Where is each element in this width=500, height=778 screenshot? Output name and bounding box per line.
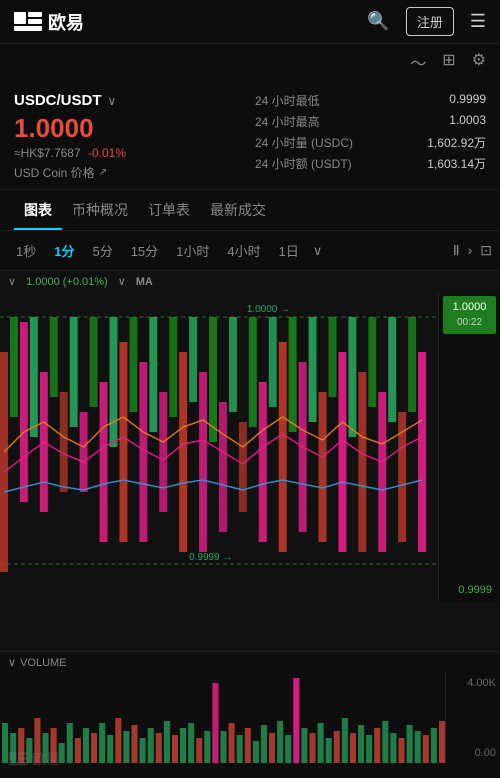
stat-label-vol-usdc: 24 小时量 (USDC)	[255, 134, 353, 151]
price-hk: ≈HK$7.7687 -0.01%	[14, 146, 245, 160]
header-right: 🔍 注册 ☰	[367, 7, 486, 36]
interval-icons: Ⅱ › ⊡	[453, 242, 492, 259]
price-box-value: 1.0000	[449, 300, 490, 315]
logo-area: 欧易	[14, 9, 84, 35]
hk-price-value: ≈HK$7.7687	[14, 146, 81, 160]
menu-icon[interactable]: ☰	[470, 11, 486, 32]
interval-1d[interactable]: 1日	[271, 237, 307, 264]
axis-low-label: 0.9999	[443, 582, 496, 598]
right-price-axis: 1.0000 00:22 0.9999	[438, 292, 500, 602]
volume-right-axis: 4.00K 0.00	[445, 673, 500, 763]
volume-chart-svg	[0, 673, 445, 763]
collapse-ma-icon[interactable]: ∨	[118, 275, 126, 288]
interval-more-icon[interactable]: ∨	[309, 239, 327, 263]
pulse-icon[interactable]: 〜	[410, 50, 426, 74]
logo-icon	[14, 12, 42, 32]
volume-bars-area: 4.00K 0.00	[0, 673, 500, 763]
chart-area: 1.0000 → 0.9999 → 1.0000 00:22 0.9999	[0, 292, 500, 602]
stat-row-vol-usdc: 24 小时量 (USDC) 1,602.92万	[255, 134, 486, 151]
price-box-time: 00:22	[449, 316, 490, 330]
tabs-section: 图表 币种概况 订单表 最新成交	[0, 190, 500, 231]
volume-collapse-icon[interactable]: ∨	[8, 656, 16, 669]
chart-label-row: ∨ 1.0000 (+0.01%) ∨ MA	[0, 271, 500, 292]
stat-row-vol-usdt: 24 小时额 (USDT) 1,603.14万	[255, 155, 486, 172]
register-button[interactable]: 注册	[406, 7, 454, 36]
grid-icon[interactable]: ⊞	[442, 50, 455, 74]
coin-link[interactable]: USD Coin 价格 ↗	[14, 164, 245, 181]
collapse-icon[interactable]: ∨	[8, 275, 16, 288]
settings-icon[interactable]: ⚙	[472, 50, 486, 74]
svg-text:0.9999 →: 0.9999 →	[189, 552, 232, 563]
price-section: USDC/USDT ∨ 1.0000 ≈HK$7.7687 -0.01% USD…	[0, 80, 500, 190]
main-chart-svg: 1.0000 → 0.9999 →	[0, 292, 438, 602]
stat-label-high: 24 小时最高	[255, 113, 320, 130]
volume-axis-low: 0.00	[450, 747, 496, 759]
watermark-text: 欧易	[32, 749, 60, 769]
price-left: USDC/USDT ∨ 1.0000 ≈HK$7.7687 -0.01% USD…	[14, 92, 245, 181]
tab-recent-trades[interactable]: 最新成交	[200, 190, 276, 230]
price-stats: 24 小时最低 0.9999 24 小时最高 1.0003 24 小时量 (US…	[245, 92, 486, 181]
coin-label: USD Coin 价格	[14, 164, 95, 181]
expand-icon[interactable]: ›	[468, 242, 473, 259]
interval-1m[interactable]: 1分	[46, 237, 82, 264]
pair-name: USDC/USDT	[14, 92, 102, 109]
pair-row: USDC/USDT ∨	[14, 92, 245, 109]
toolbar-row: 〜 ⊞ ⚙	[0, 44, 500, 80]
search-icon[interactable]: 🔍	[367, 11, 389, 32]
interval-1s[interactable]: 1秒	[8, 237, 44, 264]
logo-text: 欧易	[48, 9, 84, 35]
volume-axis-high: 4.00K	[450, 677, 496, 689]
candle-type-icon[interactable]: Ⅱ	[453, 242, 460, 259]
chart-price-label: 1.0000 (+0.01%)	[26, 276, 108, 288]
interval-row: 1秒 1分 5分 15分 1小时 4小时 1日 ∨ Ⅱ › ⊡	[0, 231, 500, 271]
stat-value-vol-usdc: 1,602.92万	[427, 134, 486, 151]
price-main: 1.0000	[14, 113, 245, 144]
chart-container: ∨ 1.0000 (+0.01%) ∨ MA	[0, 271, 500, 651]
tab-chart[interactable]: 图表	[14, 190, 62, 230]
stat-label-low: 24 小时最低	[255, 92, 320, 109]
ma-label: MA	[136, 276, 153, 288]
volume-section: ∨ VOLUME	[0, 651, 500, 771]
fullscreen-icon[interactable]: ⊡	[480, 242, 492, 259]
interval-1h[interactable]: 1小时	[168, 237, 217, 264]
external-link-icon: ↗	[99, 167, 107, 178]
tab-coin-overview[interactable]: 币种概况	[62, 190, 138, 230]
stat-value-high: 1.0003	[449, 113, 486, 130]
volume-label: VOLUME	[20, 657, 66, 669]
watermark: 欧易	[8, 749, 60, 769]
svg-text:1.0000 →: 1.0000 →	[247, 304, 290, 315]
stat-value-low: 0.9999	[449, 92, 486, 109]
watermark-logo-icon	[8, 752, 28, 766]
stat-row-low: 24 小时最低 0.9999	[255, 92, 486, 109]
interval-4h[interactable]: 4小时	[219, 237, 268, 264]
pair-dropdown-icon[interactable]: ∨	[108, 94, 117, 108]
stat-row-high: 24 小时最高 1.0003	[255, 113, 486, 130]
stat-label-vol-usdt: 24 小时额 (USDT)	[255, 155, 352, 172]
price-box-green: 1.0000 00:22	[443, 296, 496, 333]
volume-label-row: ∨ VOLUME	[0, 652, 500, 673]
header: 欧易 🔍 注册 ☰	[0, 0, 500, 44]
price-change: -0.01%	[88, 146, 126, 160]
tab-order-book[interactable]: 订单表	[138, 190, 200, 230]
stat-value-vol-usdt: 1,603.14万	[427, 155, 486, 172]
interval-15m[interactable]: 15分	[123, 237, 166, 264]
interval-5m[interactable]: 5分	[84, 237, 120, 264]
